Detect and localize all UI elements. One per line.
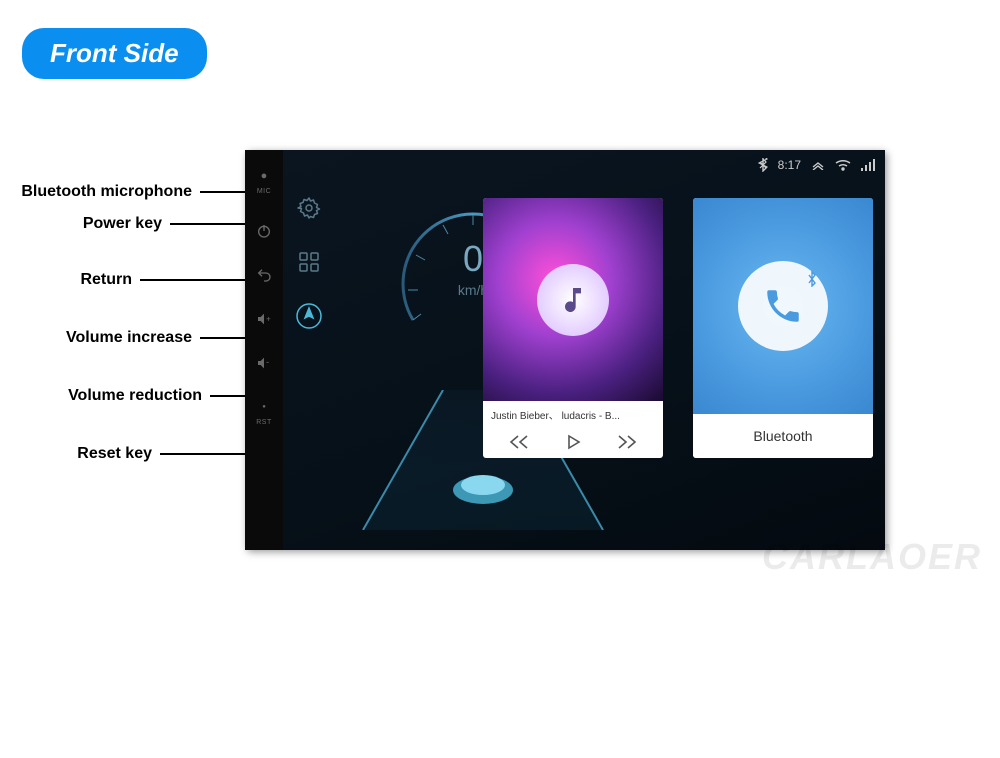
clock: 8:17 (778, 158, 801, 172)
play-button[interactable] (565, 434, 581, 450)
track-title: Justin Bieber、 ludacris - B... (491, 407, 655, 422)
bluetooth-art (693, 198, 873, 414)
touchscreen[interactable]: 8:17 (283, 150, 885, 550)
bluetooth-status-icon (758, 158, 768, 172)
signal-icon (861, 159, 875, 171)
return-button[interactable] (256, 267, 272, 283)
music-note-icon (537, 264, 609, 336)
apps-icon[interactable] (293, 246, 325, 278)
callout-vol-down: Volume reduction (68, 387, 202, 405)
power-button[interactable] (256, 223, 272, 239)
bluetooth-label: Bluetooth (693, 414, 873, 458)
volume-up-button[interactable]: + (256, 311, 272, 327)
bluetooth-card[interactable]: Bluetooth (693, 198, 873, 458)
mic-hole: ● MIC (256, 168, 272, 195)
bluetooth-small-icon (806, 271, 818, 287)
reset-button[interactable]: ● RST (256, 399, 272, 426)
music-card[interactable]: Justin Bieber、 ludacris - B... (483, 198, 663, 458)
prev-button[interactable] (509, 434, 529, 450)
front-side-badge: Front Side (22, 28, 207, 79)
volume-down-button[interactable]: - (256, 355, 272, 371)
wifi-icon (835, 159, 851, 171)
screen-sidebar (293, 192, 325, 332)
chevron-up-icon (811, 160, 825, 170)
phone-icon (738, 261, 828, 351)
watermark: CARLAOER (762, 536, 982, 578)
head-unit-device: ● MIC + - ● RST 8:17 (245, 150, 885, 550)
album-art (483, 198, 663, 401)
callout-return: Return (80, 271, 132, 289)
callout-power: Power key (83, 215, 162, 233)
svg-text:+: + (266, 315, 271, 324)
svg-text:-: - (266, 357, 269, 367)
callout-mic: Bluetooth microphone (21, 183, 192, 201)
navigation-icon[interactable] (293, 300, 325, 332)
callout-vol-up: Volume increase (66, 329, 192, 347)
physical-bezel: ● MIC + - ● RST (245, 150, 283, 550)
status-bar: 8:17 (758, 158, 875, 172)
callout-list: Bluetooth microphone Power key Return Vo… (0, 183, 260, 491)
settings-icon[interactable] (293, 192, 325, 224)
next-button[interactable] (617, 434, 637, 450)
callout-reset: Reset key (77, 445, 152, 463)
